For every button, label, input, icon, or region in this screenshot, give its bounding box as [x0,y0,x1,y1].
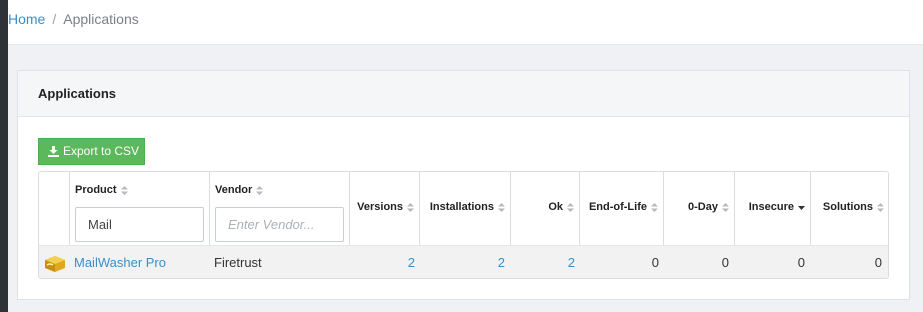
export-csv-button[interactable]: Export to CSV [38,138,145,165]
installations-count-link[interactable]: 2 [420,246,505,278]
column-header-ok[interactable]: Ok [511,172,580,245]
vendor-header-label: Vendor [215,184,253,196]
column-header-versions[interactable]: Versions [350,172,420,245]
insecure-count: 0 [797,255,805,270]
product-name-link[interactable]: MailWasher Pro [74,246,166,278]
sort-icon [567,202,574,212]
versions-header-label: Versions [357,201,403,213]
sort-icon [651,202,658,212]
sort-vendor-button[interactable]: Vendor [215,184,264,196]
column-header-product: Product [70,172,210,245]
column-header-installations[interactable]: Installations [420,172,511,245]
versions-count-link[interactable]: 2 [350,246,415,278]
product-filter-input[interactable] [75,207,204,242]
column-header-solutions[interactable]: Solutions [811,172,888,245]
download-icon [48,146,59,157]
eol-count: 0 [651,255,659,270]
column-header-insecure[interactable]: Insecure [735,172,811,245]
table-row: MailWasher Pro Firetrust 2 2 2 0 0 0 0 [39,245,888,278]
eol-header-label: End-of-Life [588,201,647,213]
sort-icon [256,185,264,195]
sort-desc-icon [798,205,805,210]
solutions-count: 0 [874,255,882,270]
sort-icon [120,185,128,195]
applications-panel: Applications Export to CSV Product Vendo… [17,70,910,300]
applications-table: Product Vendor Versions Installations [38,171,889,279]
breadcrumb: Home / Applications [8,0,923,45]
installations-header-label: Installations [429,201,494,213]
export-csv-label: Export to CSV [63,144,140,158]
vendor-name: Firetrust [214,255,262,270]
breadcrumb-home-link[interactable]: Home [8,11,45,27]
zeroday-header-label: 0-Day [688,201,718,213]
zeroday-count: 0 [721,255,729,270]
column-header-vendor: Vendor [210,172,350,245]
ok-count-link[interactable]: 2 [511,246,575,278]
sort-icon [722,202,729,212]
left-sidebar-edge [0,0,8,312]
vendor-filter-input[interactable] [215,207,344,242]
panel-title: Applications [18,71,909,117]
sort-icon [407,202,414,212]
icon-column-header [39,172,70,245]
insecure-header-label: Insecure [748,201,794,213]
ok-header-label: Ok [548,201,563,213]
sort-product-button[interactable]: Product [75,184,128,196]
column-header-0-day[interactable]: 0-Day [664,172,735,245]
breadcrumb-current: Applications [63,11,139,27]
mailwasher-app-icon [45,256,65,272]
breadcrumb-separator: / [52,11,57,27]
sort-icon [877,202,884,212]
column-header-end-of-life[interactable]: End-of-Life [580,172,664,245]
sort-icon [498,202,505,212]
product-header-label: Product [75,184,117,196]
solutions-header-label: Solutions [822,201,873,213]
